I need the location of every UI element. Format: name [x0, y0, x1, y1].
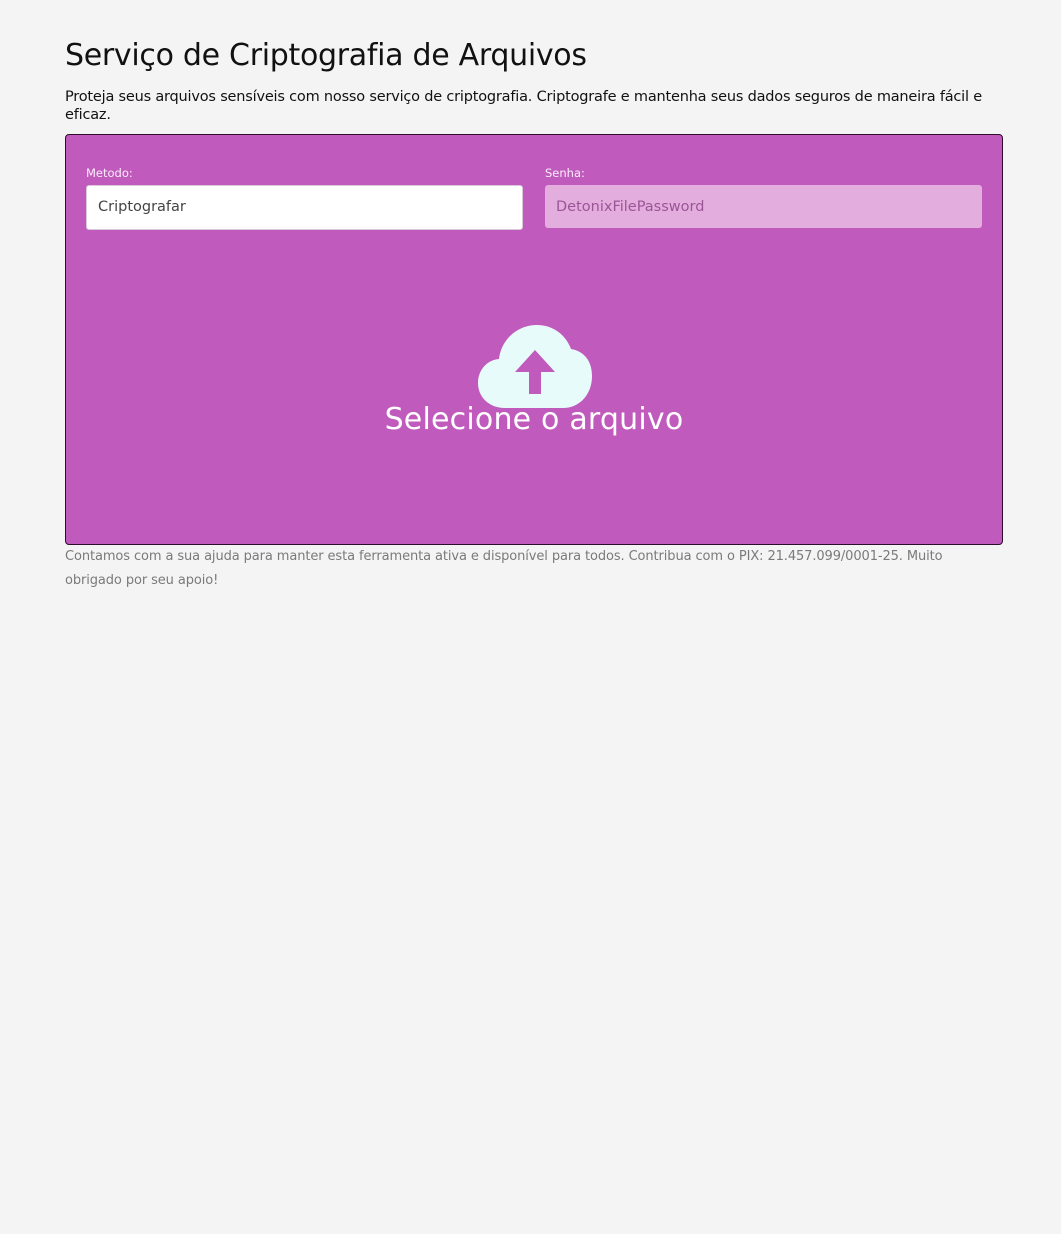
method-label: Metodo:	[86, 166, 133, 180]
page: Serviço de Criptografia de Arquivos Prot…	[0, 0, 1061, 1234]
file-dropzone[interactable]: Selecione o arquivo	[66, 245, 1002, 544]
encryption-panel: Metodo: Criptografar Senha: Selecione o …	[65, 134, 1003, 545]
page-title: Serviço de Criptografia de Arquivos	[65, 38, 587, 73]
method-field: Metodo: Criptografar	[86, 166, 523, 230]
dropzone-label: Selecione o arquivo	[384, 402, 684, 437]
cloud-upload-icon	[478, 325, 592, 408]
password-label: Senha:	[545, 166, 585, 180]
password-field: Senha:	[545, 166, 982, 228]
password-input[interactable]	[545, 185, 982, 228]
support-note: Contamos com a sua ajuda para manter est…	[65, 549, 943, 588]
page-subtitle: Proteja seus arquivos sensíveis com noss…	[65, 89, 982, 123]
method-select[interactable]: Criptografar	[86, 185, 523, 230]
